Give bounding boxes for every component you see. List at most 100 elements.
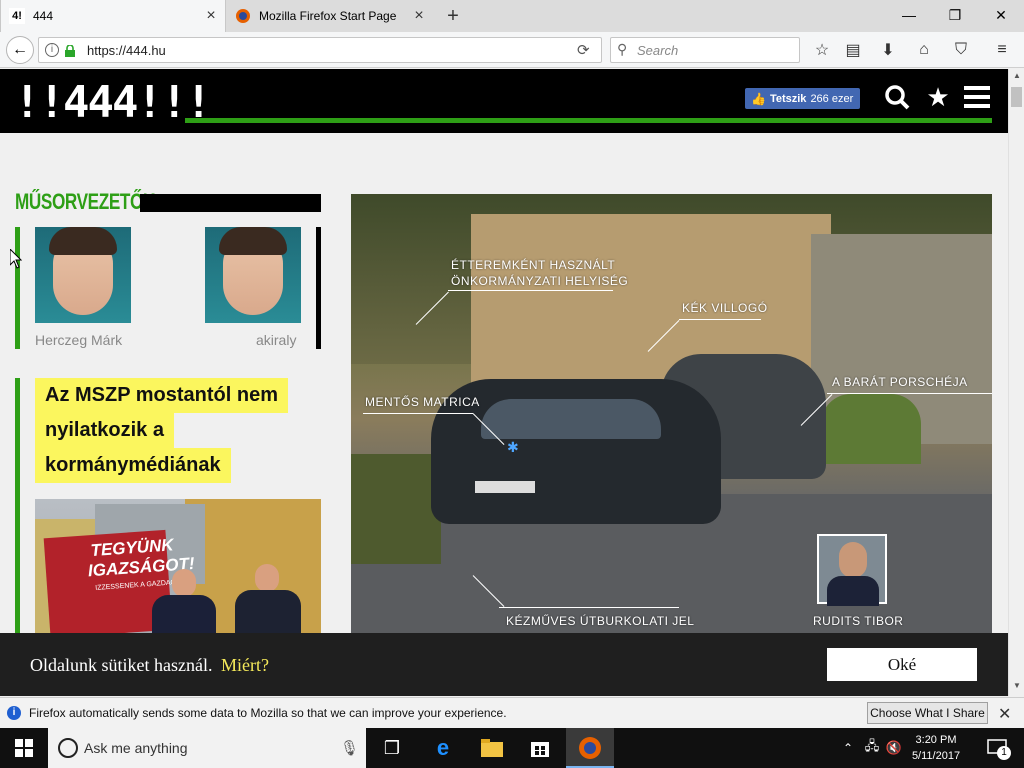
- host-name-akiraly[interactable]: akiraly: [256, 332, 296, 348]
- hosts-accent-bar: [15, 227, 20, 349]
- search-icon: ⚲: [617, 41, 628, 57]
- navigation-bar: ← i https://444.hu ⟳ ⚲ Search ☆ ▤ ⬇ ⌂ ⛉ …: [0, 32, 1024, 68]
- show-hidden-icons-icon[interactable]: ⌃: [836, 736, 860, 760]
- scroll-down-icon[interactable]: ▼: [1013, 681, 1021, 690]
- task-view-icon[interactable]: ❐: [380, 736, 404, 760]
- new-tab-button[interactable]: +: [441, 4, 465, 28]
- label-person: RUDITS TIBOR: [813, 614, 904, 628]
- window-close-button[interactable]: ✕: [978, 0, 1024, 30]
- star-of-life-icon: ✱: [507, 439, 519, 455]
- label-underline: [363, 413, 473, 414]
- edge-browser-icon[interactable]: e: [431, 735, 455, 760]
- tab-title: Mozilla Firefox Start Page: [259, 9, 397, 23]
- site-header: !!444!!! 👍 Tetszik 266 ezer ★: [0, 69, 1008, 133]
- article-headline-line[interactable]: nyilatkozik a: [35, 413, 174, 448]
- label-ambulance-sticker: MENTŐS MATRICA: [365, 395, 480, 409]
- cortana-circle-icon: [58, 738, 78, 758]
- host-photo-akiraly[interactable]: [205, 227, 301, 323]
- info-icon[interactable]: i: [45, 43, 59, 57]
- firefox-taskbar-button[interactable]: [566, 728, 614, 768]
- hosts-end-bar: [316, 227, 321, 349]
- url-bar[interactable]: i https://444.hu ⟳: [38, 37, 602, 63]
- label-underline: [499, 607, 679, 608]
- reading-list-icon[interactable]: ▤: [843, 40, 863, 60]
- home-icon[interactable]: ⌂: [914, 40, 934, 60]
- clock-date: 5/11/2017: [911, 750, 961, 762]
- notification-count-badge: 1: [997, 746, 1011, 760]
- pocket-icon[interactable]: ⛉: [951, 40, 971, 60]
- web-page: !!444!!! 👍 Tetszik 266 ezer ★ MŰSORVEZET…: [0, 69, 1008, 696]
- fb-like-count: 266 ezer: [810, 92, 854, 105]
- cortana-placeholder: Ask me anything: [84, 740, 188, 756]
- tab-firefox-start[interactable]: Mozilla Firefox Start Page ×: [227, 0, 433, 32]
- header-accent-line: [185, 118, 992, 123]
- hair-shape: [219, 227, 287, 255]
- clock-time: 3:20 PM: [915, 734, 957, 746]
- site-logo[interactable]: !!444!!!: [14, 81, 212, 125]
- page-scrollbar[interactable]: ▲ ▼: [1008, 69, 1024, 696]
- close-tab-icon[interactable]: ×: [203, 8, 219, 24]
- microphone-icon[interactable]: 🎙: [340, 739, 359, 757]
- scroll-up-icon[interactable]: ▲: [1013, 71, 1021, 80]
- close-tab-icon[interactable]: ×: [411, 8, 427, 24]
- tab-bar: 4! 444 × Mozilla Firefox Start Page × + …: [0, 0, 1024, 32]
- action-center-icon[interactable]: 1: [985, 736, 1011, 760]
- search-bar[interactable]: ⚲ Search: [610, 37, 800, 63]
- cookie-bar: Oldalunk sütiket használ. Miért? Oké: [0, 633, 1008, 696]
- hair-shape: [49, 227, 117, 255]
- firefox-icon: [578, 736, 602, 765]
- minimize-button[interactable]: —: [886, 0, 932, 30]
- tab-444[interactable]: 4! 444 ×: [0, 0, 226, 32]
- label-restaurant: ÉTTEREMKÉNT HASZNÁLT ÖNKORMÁNYZATI HELYI…: [451, 257, 628, 289]
- host-name-herczeg[interactable]: Herczeg Márk: [35, 332, 122, 348]
- hamburger-menu-icon[interactable]: [963, 83, 991, 111]
- host-photo-herczeg[interactable]: [35, 227, 131, 323]
- back-button[interactable]: ←: [6, 36, 34, 64]
- 444-favicon-icon: 4!: [9, 8, 25, 24]
- label-underline: [448, 290, 613, 291]
- reload-icon[interactable]: ⟳: [577, 41, 590, 59]
- label-underline: [679, 319, 761, 320]
- back-arrow-icon: ←: [12, 41, 28, 58]
- cookie-why-link[interactable]: Miért?: [221, 655, 269, 675]
- volume-muted-icon[interactable]: 🔇: [882, 736, 906, 760]
- cortana-search-box[interactable]: Ask me anything 🎙: [48, 728, 366, 768]
- windows-start-icon[interactable]: [12, 736, 36, 760]
- shrub: [351, 454, 441, 564]
- cookie-text: Oldalunk sütiket használ.: [30, 655, 213, 675]
- search-placeholder: Search: [637, 43, 679, 58]
- scrollbar-thumb[interactable]: [1011, 87, 1022, 107]
- facebook-like-button[interactable]: 👍 Tetszik 266 ezer: [745, 88, 860, 109]
- shrub: [821, 394, 921, 464]
- downloads-icon[interactable]: ⬇: [878, 40, 898, 60]
- url-text: https://444.hu: [87, 43, 166, 58]
- cookie-message: Oldalunk sütiket használ. Miért?: [30, 655, 269, 676]
- notification-text: Firefox automatically sends some data to…: [29, 706, 507, 720]
- store-icon[interactable]: [528, 736, 552, 760]
- restore-button[interactable]: ❐: [932, 0, 978, 30]
- notification-bar: i Firefox automatically sends some data …: [0, 697, 1024, 728]
- label-line: ÉTTEREMKÉNT HASZNÁLT: [451, 258, 616, 272]
- lock-icon: [65, 44, 75, 57]
- close-icon[interactable]: ✕: [998, 704, 1011, 724]
- system-clock[interactable]: 3:20 PM 5/11/2017: [905, 732, 967, 764]
- bookmark-star-icon[interactable]: ☆: [812, 40, 832, 60]
- hosts-section-title: MŰSORVEZETŐK: [15, 189, 155, 214]
- network-icon[interactable]: 🖧: [860, 736, 884, 760]
- label-pavement: KÉZMŰVES ÚTBURKOLATI JEL: [506, 614, 695, 628]
- choose-what-i-share-button[interactable]: Choose What I Share: [867, 702, 988, 724]
- cookie-ok-button[interactable]: Oké: [827, 648, 977, 681]
- hero-image[interactable]: ✱ ÉTTEREMKÉNT HASZNÁLT ÖNKORMÁNYZATI HEL…: [351, 194, 992, 696]
- tab-title: 444: [33, 9, 54, 23]
- menu-icon[interactable]: ≡: [992, 40, 1012, 60]
- mouse-cursor: [9, 247, 23, 274]
- site-search-icon[interactable]: [883, 83, 911, 111]
- firefox-favicon-icon: [235, 8, 251, 24]
- article-headline-line[interactable]: Az MSZP mostantól nem: [35, 378, 288, 413]
- favorites-star-icon[interactable]: ★: [924, 82, 952, 112]
- file-explorer-icon[interactable]: [480, 736, 504, 760]
- label-underline: [827, 393, 992, 394]
- article-headline-line[interactable]: kormánymédiának: [35, 448, 231, 483]
- rudits-portrait: [817, 534, 887, 606]
- label-line: ÖNKORMÁNYZATI HELYISÉG: [451, 274, 629, 288]
